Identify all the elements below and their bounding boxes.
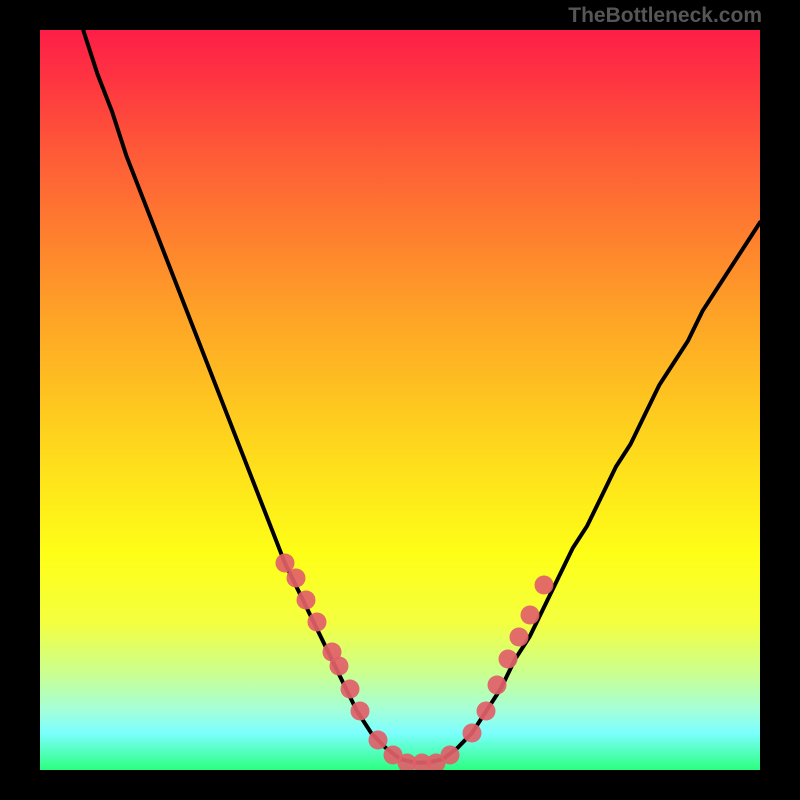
data-point [286,568,305,587]
data-point [535,576,554,595]
plot-area [40,30,760,770]
data-point [463,724,482,743]
data-point [351,701,370,720]
watermark-text: TheBottleneck.com [568,4,762,28]
bottleneck-curve [40,30,760,770]
data-point [308,613,327,632]
data-point [488,675,507,694]
data-point [520,605,539,624]
data-point [509,627,528,646]
data-point [329,657,348,676]
data-point [441,746,460,765]
data-point [499,650,518,669]
data-point [369,731,388,750]
data-point [340,679,359,698]
data-point [477,701,496,720]
data-point [297,590,316,609]
